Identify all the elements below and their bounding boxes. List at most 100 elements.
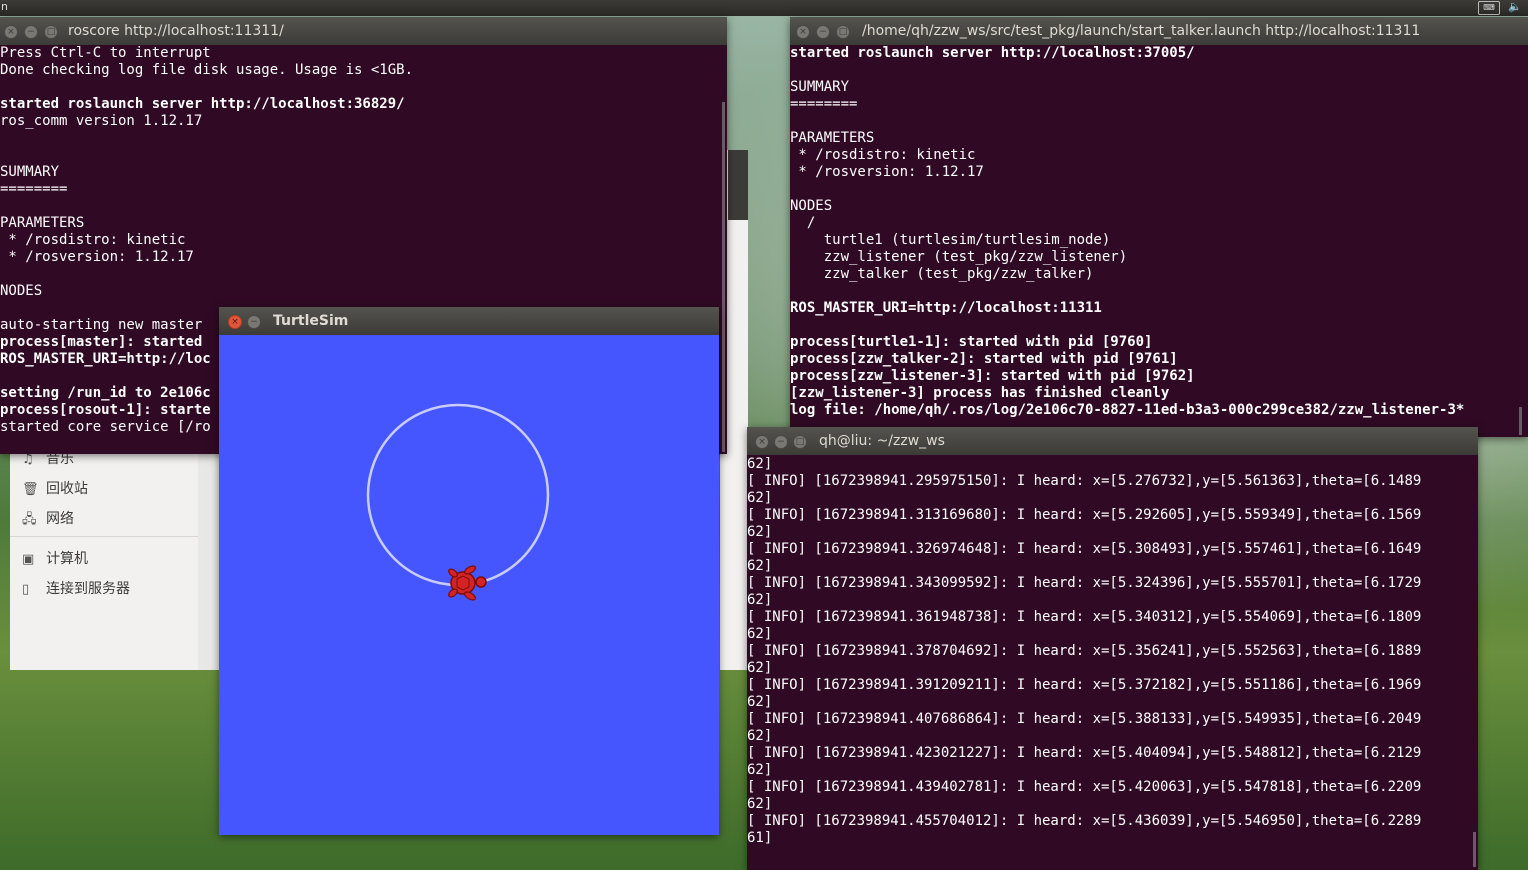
minimize-icon[interactable]: − [24,25,38,39]
close-icon[interactable]: × [228,315,242,329]
minimize-icon[interactable]: − [816,25,830,39]
sidebar-item-label: 连接到服务器 [46,581,130,597]
terminal-line: / [790,215,816,231]
terminal-output[interactable]: 62][ INFO] [1672398941.295975150]: I hea… [747,455,1478,870]
terminal-line: [ INFO] [1672398941.391209211]: I heard:… [747,677,1422,693]
terminal-line: [ INFO] [1672398941.439402781]: I heard:… [747,779,1422,795]
window-title: qh@liu: ~/zzw_ws [819,433,945,449]
terminal-line: SUMMARY [0,164,60,180]
terminal-line: SUMMARY [790,79,850,95]
terminal-line: * /rosdistro: kinetic [790,147,976,163]
terminal-line: 62] [747,728,773,744]
window-titlebar[interactable]: × − TurtleSim [219,307,719,335]
network-icon: 🖧 [22,512,37,527]
panel-left-label: n [1,0,8,13]
listener-terminal-window: × − □ qh@liu: ~/zzw_ws 62][ INFO] [16723… [747,427,1478,870]
terminal-line: 62] [747,694,773,710]
window-title: /home/qh/zzw_ws/src/test_pkg/launch/star… [862,23,1421,39]
background-window-header [728,150,748,220]
server-icon: ▯ [22,582,30,597]
turtle-icon[interactable] [447,564,487,601]
terminal-line: PARAMETERS [0,215,85,231]
keyboard-icon[interactable]: ⌨ [1478,1,1500,15]
window-titlebar[interactable]: × − □ roscore http://localhost:11311/ [0,17,727,45]
scrollbar[interactable] [1519,407,1522,435]
terminal-line: 62] [747,592,773,608]
window-title: roscore http://localhost:11311/ [68,23,284,39]
terminal-line: 62] [747,626,773,642]
terminal-line: ROS_MASTER_URI=http://localhost:11311 [790,300,1102,316]
terminal-line: [zzw_listener-3] process has finished cl… [790,385,1170,401]
terminal-line: Press Ctrl-C to interrupt [0,45,211,61]
terminal-line: NODES [0,283,43,299]
sidebar-item-label: 计算机 [46,551,88,567]
terminal-output[interactable]: started roslaunch server http://localhos… [790,45,1528,437]
terminal-line: * /rosdistro: kinetic [0,232,186,248]
terminal-line: [ INFO] [1672398941.423021227]: I heard:… [747,745,1422,761]
terminal-line: ros_comm version 1.12.17 [0,113,203,129]
minimize-icon[interactable]: − [774,435,788,449]
terminal-line: 62] [747,660,773,676]
terminal-line: started roslaunch server http://localhos… [790,45,1195,61]
terminal-line: process[turtle1-1]: started with pid [97… [790,334,1153,350]
terminal-line: log file: /home/qh/.ros/log/2e106c70-882… [790,402,1465,418]
sound-icon[interactable]: 🔈 [1508,0,1522,13]
terminal-line: [ INFO] [1672398941.313169680]: I heard:… [747,507,1422,523]
terminal-line: zzw_listener (test_pkg/zzw_listener) [790,249,1128,265]
terminal-line: 61] [747,830,773,846]
terminal-line: [ INFO] [1672398941.455704012]: I heard:… [747,813,1422,829]
turtlesim-drawing [366,403,550,601]
terminal-line: ======== [0,181,68,197]
file-manager-sidebar: ♫ 音乐 🗑 回收站 🖧 网络 ▣ 计算机 ▯ 连接到服务器 [10,440,199,670]
music-icon: ♫ [22,452,34,467]
terminal-line: PARAMETERS [790,130,875,146]
scrollbar[interactable] [1473,832,1476,867]
sidebar-item-connect-server[interactable]: ▯ 连接到服务器 [22,578,130,598]
terminal-line: ======== [790,96,858,112]
scrollbar[interactable] [722,102,725,452]
close-icon[interactable]: × [755,435,769,449]
terminal-line: [ INFO] [1672398941.361948738]: I heard:… [747,609,1422,625]
maximize-icon[interactable]: □ [836,25,850,39]
terminal-line: process[zzw_listener-3]: started with pi… [790,368,1195,384]
close-icon[interactable]: × [796,25,810,39]
launch-terminal-window: × − □ /home/qh/zzw_ws/src/test_pkg/launc… [790,17,1528,437]
file-manager-content-edge [198,440,220,670]
sidebar-item-trash[interactable]: 🗑 回收站 [22,478,88,498]
terminal-line: process[zzw_talker-2]: started with pid … [790,351,1178,367]
sidebar-item-label: 回收站 [46,481,88,497]
terminal-line: turtle1 (turtlesim/turtlesim_node) [790,232,1111,248]
terminal-line: NODES [790,198,833,214]
terminal-line: Done checking log file disk usage. Usage… [0,62,414,78]
terminal-line: [ INFO] [1672398941.295975150]: I heard:… [747,473,1422,489]
sidebar-item-network[interactable]: 🖧 网络 [22,508,74,532]
close-icon[interactable]: × [4,25,18,39]
window-titlebar[interactable]: × − □ /home/qh/zzw_ws/src/test_pkg/launc… [790,17,1528,45]
terminal-line: [ INFO] [1672398941.343099592]: I heard:… [747,575,1422,591]
terminal-line: * /rosversion: 1.12.17 [790,164,984,180]
turtle-path-circle [366,403,550,587]
minimize-icon[interactable]: − [247,315,261,329]
terminal-line: 62] [747,490,773,506]
terminal-line: 62] [747,796,773,812]
terminal-line: 62] [747,524,773,540]
turtlesim-canvas[interactable] [219,335,719,835]
computer-icon: ▣ [22,552,35,567]
maximize-icon[interactable]: □ [44,25,58,39]
maximize-icon[interactable]: □ [793,435,807,449]
terminal-line: [ INFO] [1672398941.326974648]: I heard:… [747,541,1422,557]
terminal-line: 62] [747,762,773,778]
top-panel: n ⌨ 🔈 [0,0,1528,16]
window-titlebar[interactable]: × − □ qh@liu: ~/zzw_ws [747,427,1478,455]
sidebar-divider [10,536,198,537]
sidebar-item-computer[interactable]: ▣ 计算机 [22,548,88,568]
